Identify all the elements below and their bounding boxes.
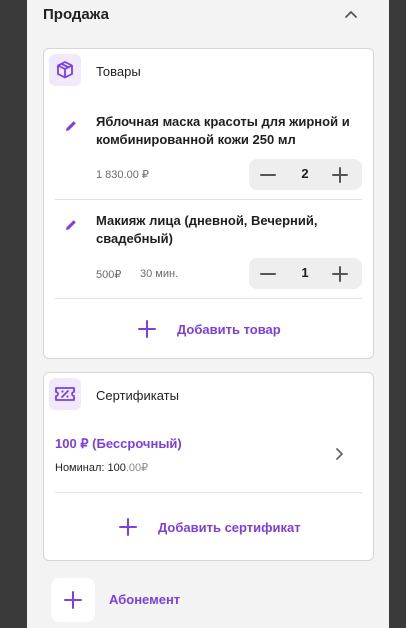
package-icon (49, 54, 81, 86)
plus-icon (137, 319, 157, 339)
ticket-percent-icon (49, 378, 81, 410)
divider (55, 492, 362, 493)
product-name: Макияж лица (дневной, Вечерний, свадебны… (96, 213, 318, 246)
minus-icon[interactable] (259, 265, 277, 283)
certificate-nominal: Номинал: 100.00₽ (55, 461, 148, 474)
product-item: Яблочная маска красоты для жирной и комб… (44, 113, 375, 199)
plus-icon (118, 517, 138, 537)
plus-icon[interactable] (331, 166, 349, 184)
chevron-right-icon[interactable] (332, 446, 346, 462)
product-duration: 30 мин. (140, 268, 179, 280)
products-title: Товары (96, 64, 141, 79)
add-product-label: Добавить товар (177, 322, 281, 337)
section-title: Продажа (43, 6, 109, 23)
minus-icon[interactable] (259, 166, 277, 184)
product-price: 1 830.00 ₽ (96, 169, 149, 181)
certificates-title: Сертификаты (96, 388, 179, 403)
divider (55, 298, 362, 299)
divider (55, 199, 362, 200)
subscription-label: Абонемент (109, 592, 181, 607)
quantity-value: 2 (301, 166, 309, 181)
certificate-name: 100 ₽ (Бессрочный) (55, 436, 182, 451)
product-item: Макияж лица (дневной, Вечерний, свадебны… (44, 212, 375, 298)
certificates-card: Сертификаты 100 ₽ (Бессрочный) Номинал: … (43, 372, 374, 561)
quantity-value: 1 (301, 265, 309, 280)
quantity-stepper: 2 (249, 159, 362, 190)
add-product-button[interactable]: Добавить товар (44, 316, 375, 342)
sale-section-header[interactable]: Продажа (27, 0, 389, 32)
add-certificate-button[interactable]: Добавить сертификат (44, 514, 375, 540)
pencil-icon[interactable] (63, 217, 79, 233)
nominal-value-cents: .00₽ (125, 462, 149, 474)
add-certificate-label: Добавить сертификат (158, 520, 301, 535)
plus-icon (51, 578, 95, 622)
nominal-label: Номинал: (55, 462, 105, 474)
nominal-value: 100 (107, 462, 126, 474)
chevron-up-icon[interactable] (342, 6, 360, 24)
plus-icon[interactable] (331, 265, 349, 283)
sale-panel: Продажа Товары Яблочная маска красоты дл… (27, 0, 389, 628)
product-price: 500₽ (96, 269, 122, 281)
quantity-stepper: 1 (249, 258, 362, 289)
product-name: Яблочная маска красоты для жирной и комб… (96, 114, 350, 147)
add-subscription-button[interactable]: Абонемент (51, 578, 371, 622)
products-card: Товары Яблочная маска красоты для жирной… (43, 48, 374, 359)
pencil-icon[interactable] (63, 118, 79, 134)
